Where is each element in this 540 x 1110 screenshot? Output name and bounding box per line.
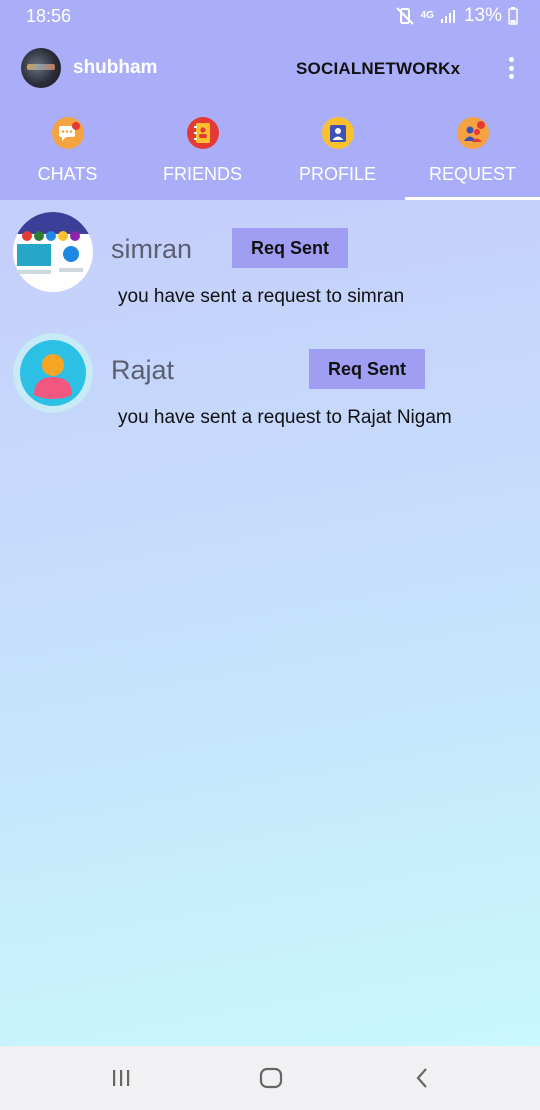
- request-message: you have sent a request to Rajat Nigam: [118, 407, 452, 428]
- vibrate-mute-icon: [395, 7, 414, 25]
- tab-profile-label: PROFILE: [298, 164, 377, 184]
- overflow-menu-icon[interactable]: [500, 54, 522, 82]
- status-bar: 18:56 4G 13%: [0, 0, 540, 34]
- status-time: 18:56: [26, 6, 72, 26]
- req-sent-button[interactable]: Req Sent: [232, 228, 348, 268]
- tab-chats[interactable]: CHATS: [0, 112, 135, 200]
- request-list: simran Req Sent you have sent a request …: [0, 200, 540, 442]
- username: shubham: [73, 57, 158, 78]
- req-sent-button[interactable]: Req Sent: [309, 349, 425, 389]
- list-item[interactable]: simran Req Sent you have sent a request …: [0, 200, 540, 321]
- home-icon[interactable]: [257, 1064, 285, 1092]
- request-name: simran: [111, 234, 193, 264]
- toolbar: shubham SOCIALNETWORKx: [0, 44, 540, 92]
- recents-icon[interactable]: [107, 1064, 135, 1092]
- list-item[interactable]: Rajat Req Sent you have sent a request t…: [0, 321, 540, 442]
- app-title: SOCIALNETWORKx: [296, 59, 461, 78]
- tab-friends[interactable]: FRIENDS: [135, 112, 270, 200]
- avatar[interactable]: [13, 333, 93, 413]
- tab-bar: CHATS FRIENDS PROFILE REQUEST: [0, 112, 540, 200]
- status-icons: 4G 13%: [395, 5, 518, 27]
- back-icon[interactable]: [409, 1064, 437, 1092]
- tab-friends-label: FRIENDS: [162, 164, 242, 184]
- tab-request[interactable]: REQUEST: [405, 112, 540, 200]
- tab-request-label: REQUEST: [428, 164, 516, 184]
- battery-icon: [508, 7, 518, 25]
- request-name: Rajat: [111, 355, 175, 385]
- request-message: you have sent a request to simran: [118, 286, 405, 307]
- app-bar: 18:56 4G 13% shubham SOCIALNETWORKx CHAT…: [0, 0, 540, 200]
- network-type: 4G: [420, 10, 434, 21]
- friend-request-icon: [456, 117, 489, 149]
- battery-percent: 13%: [463, 5, 502, 26]
- tab-chats-label: CHATS: [37, 164, 98, 184]
- contacts-book-icon: [186, 117, 219, 149]
- system-nav-bar: [0, 1046, 540, 1110]
- avatar[interactable]: [13, 212, 93, 292]
- profile-card-icon: [321, 117, 354, 149]
- user-avatar[interactable]: [21, 48, 61, 88]
- chat-bubble-icon: [51, 117, 84, 149]
- tab-profile[interactable]: PROFILE: [270, 112, 405, 200]
- signal-icon: [440, 10, 455, 23]
